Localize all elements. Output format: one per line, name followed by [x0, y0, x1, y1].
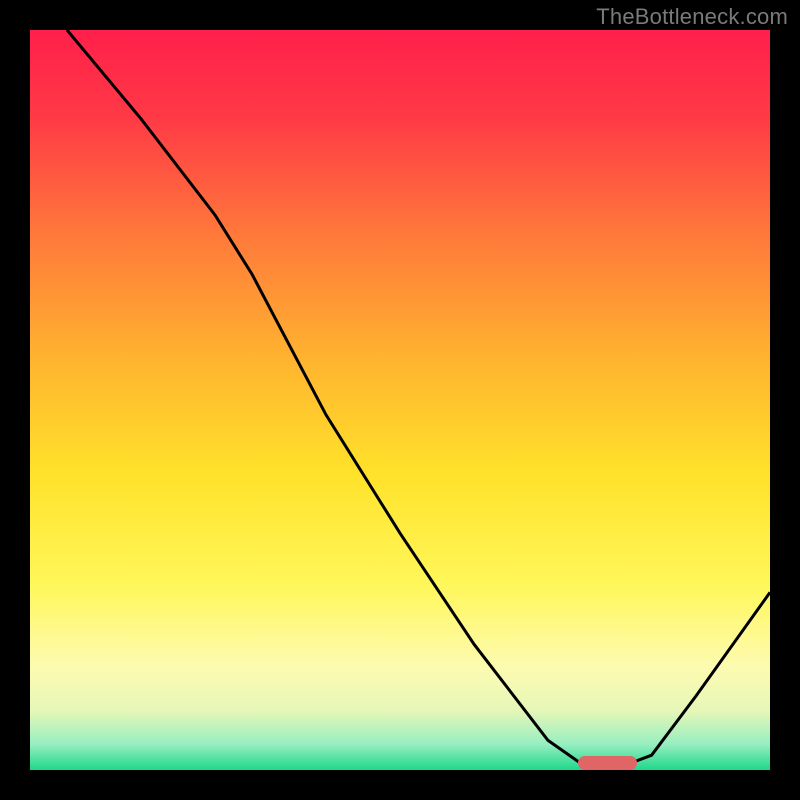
optimal-marker	[578, 756, 637, 770]
plot-area	[30, 30, 770, 770]
watermark-text: TheBottleneck.com	[596, 4, 788, 30]
curve-line	[30, 30, 770, 770]
series-curve	[67, 30, 770, 766]
chart-frame: TheBottleneck.com	[0, 0, 800, 800]
